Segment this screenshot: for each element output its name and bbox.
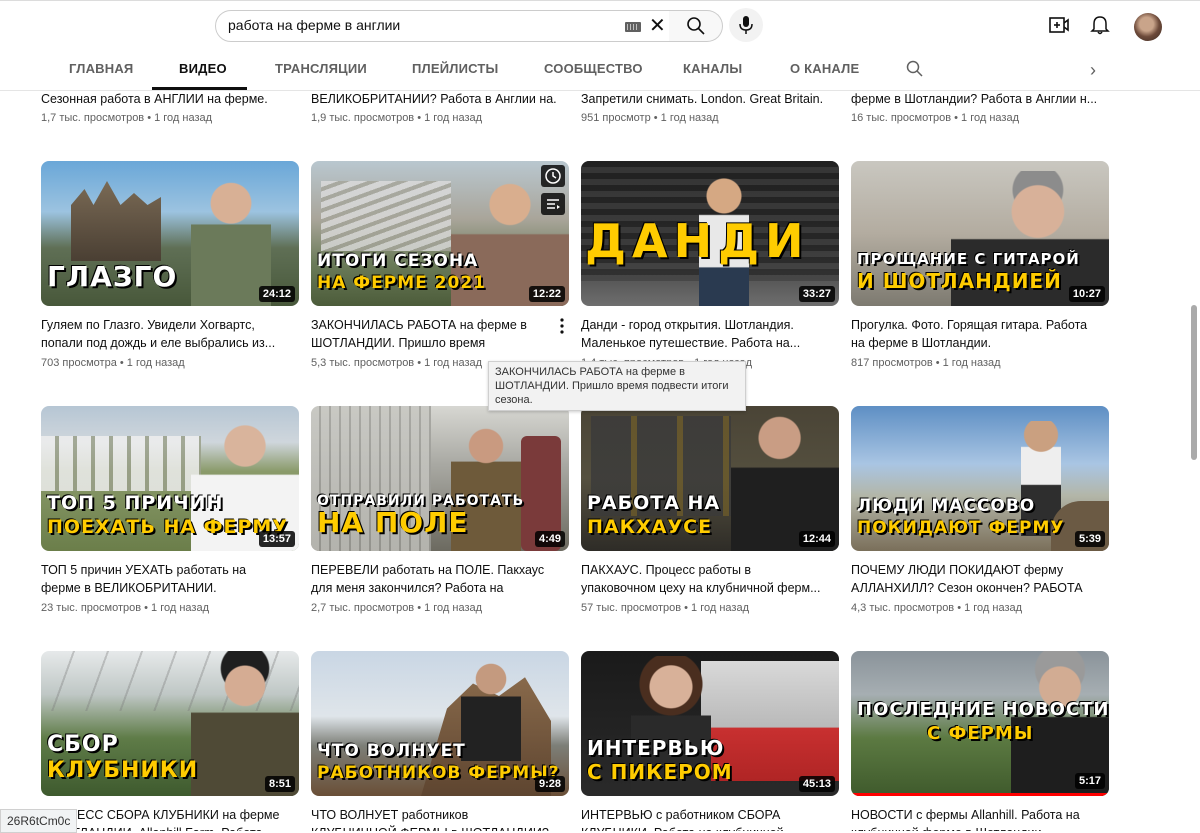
- video-duration: 5:39: [1074, 531, 1105, 547]
- video-thumbnail[interactable]: ДАНДИ 33:27: [581, 161, 839, 306]
- watch-later-icon[interactable]: [541, 165, 565, 187]
- video-title[interactable]: ПЕРЕВЕЛИ работать на ПОЛЕ. Пакхаус для м…: [311, 561, 551, 597]
- tab-home[interactable]: ГЛАВНАЯ: [69, 61, 133, 76]
- video-meta: 2,7 тыс. просмотров • 1 год назад: [311, 602, 483, 614]
- video-duration: 4:49: [534, 531, 565, 547]
- video-title[interactable]: ПАКХАУС. Процесс работы в упаковочном це…: [581, 561, 821, 597]
- video-duration: 33:27: [798, 286, 835, 302]
- tab-live[interactable]: ТРАНСЛЯЦИИ: [275, 61, 367, 76]
- thumbnail-caption: ОТПРАВИЛИ РАБОТАТЬ НА ПОЛЕ: [317, 493, 525, 539]
- chevron-right-icon[interactable]: ›: [1090, 61, 1106, 79]
- video-title[interactable]: ИНТЕРВЬЮ с работником СБОРА КЛУБНИКИ. Ра…: [581, 806, 821, 831]
- scrollbar-thumb[interactable]: [1191, 305, 1197, 460]
- video-meta: 817 просмотров • 1 год назад: [851, 357, 1001, 369]
- video-duration: 24:12: [258, 286, 295, 302]
- video-title[interactable]: Гуляем по Глазго. Увидели Хогвартс, попа…: [41, 316, 281, 352]
- keyboard-icon[interactable]: [625, 22, 641, 32]
- video-thumbnail[interactable]: ИНТЕРВЬЮ С ПИКЕРОМ 45:13: [581, 651, 839, 796]
- search-icon: [687, 17, 705, 35]
- thumbnail-caption: ТОП 5 ПРИЧИН ПОЕХАТЬ НА ФЕРМУ: [47, 492, 288, 538]
- video-duration: 12:44: [798, 531, 835, 547]
- title-tooltip: ЗАКОНЧИЛАСЬ РАБОТА на ферме в ШОТЛАНДИИ.…: [488, 361, 746, 411]
- notifications-bell-icon[interactable]: [1090, 15, 1110, 35]
- video-meta: 23 тыс. просмотров • 1 год назад: [41, 602, 210, 614]
- video-title[interactable]: НОВОСТИ с фермы Allanhill. Работа на клу…: [851, 806, 1091, 831]
- video-duration: 8:51: [264, 776, 295, 792]
- video-title[interactable]: Прогулка. Фото. Горящая гитара. Работа н…: [851, 316, 1091, 352]
- video-meta: 1,7 тыс. просмотров • 1 год назад: [41, 112, 213, 124]
- video-title[interactable]: Сезонная работа в АНГЛИИ на ферме.: [41, 90, 286, 108]
- search-button[interactable]: [669, 10, 723, 42]
- channel-search-icon[interactable]: [906, 60, 924, 78]
- thumbnail-caption: ГЛАЗГО: [47, 260, 178, 293]
- account-avatar[interactable]: [1134, 13, 1162, 41]
- video-title[interactable]: ТОП 5 причин УЕХАТЬ работать на ферме в …: [41, 561, 281, 597]
- video-meta: 703 просмотра • 1 год назад: [41, 357, 185, 369]
- video-meta: 1,9 тыс. просмотров • 1 год назад: [311, 112, 483, 124]
- tab-playlists[interactable]: ПЛЕЙЛИСТЫ: [412, 61, 498, 76]
- search-box[interactable]: ✕: [215, 10, 670, 42]
- video-title[interactable]: ПОЧЕМУ ЛЮДИ ПОКИДАЮТ ферму АЛЛАНХИЛЛ? Се…: [851, 561, 1091, 597]
- video-meta: 951 просмотр • 1 год назад: [581, 112, 719, 124]
- video-thumbnail[interactable]: ПРОЩАНИЕ С ГИТАРОЙ И ШОТЛАНДИЕЙ 10:27: [851, 161, 1109, 306]
- video-duration: 13:57: [258, 531, 295, 547]
- thumbnail-caption: ИНТЕРВЬЮ С ПИКЕРОМ: [587, 736, 733, 784]
- video-thumbnail[interactable]: ОТПРАВИЛИ РАБОТАТЬ НА ПОЛЕ 4:49: [311, 406, 569, 551]
- thumbnail-caption: ДАНДИ: [585, 214, 810, 268]
- video-thumbnail[interactable]: РАБОТА НА ПАКХАУСЕ 12:44: [581, 406, 839, 551]
- video-grid: Сезонная работа в АНГЛИИ на ферме. 1,7 т…: [0, 90, 1200, 831]
- video-thumbnail[interactable]: ЛЮДИ МАССОВО ПОКИДАЮТ ФЕРМУ 5:39: [851, 406, 1109, 551]
- tab-videos[interactable]: ВИДЕО: [179, 61, 227, 76]
- status-url: 26R6tCm0c: [0, 809, 78, 833]
- watch-progress-bar: [851, 793, 1109, 796]
- voice-search-button[interactable]: [729, 8, 763, 42]
- video-meta: 5,3 тыс. просмотров • 1 год назад: [311, 357, 483, 369]
- video-thumbnail[interactable]: ИТОГИ СЕЗОНА НА ФЕРМЕ 2021 12:22: [311, 161, 569, 306]
- video-title[interactable]: ЧТО ВОЛНУЕТ работников КЛУБНИЧНОЙ ФЕРМЫ …: [311, 806, 551, 831]
- more-actions-icon[interactable]: [559, 317, 565, 335]
- tab-about[interactable]: О КАНАЛЕ: [790, 61, 859, 76]
- thumbnail-caption: СБОР КЛУБНИКИ: [47, 732, 199, 783]
- video-thumbnail[interactable]: ГЛАЗГО 24:12: [41, 161, 299, 306]
- video-title[interactable]: ЗАКОНЧИЛАСЬ РАБОТА на ферме в ШОТЛАНДИИ.…: [311, 316, 551, 352]
- tab-community[interactable]: СООБЩЕСТВО: [544, 61, 643, 76]
- video-duration: 10:27: [1068, 286, 1105, 302]
- tab-channels[interactable]: КАНАЛЫ: [683, 61, 742, 76]
- search-input[interactable]: [228, 17, 608, 33]
- microphone-icon: [739, 16, 753, 34]
- add-to-queue-icon[interactable]: [541, 193, 565, 215]
- thumbnail-caption: ЧТО ВОЛНУЕТ РАБОТНИКОВ ФЕРМЫ?: [317, 741, 560, 783]
- video-thumbnail[interactable]: ПОСЛЕДНИЕ НОВОСТИ С ФЕРМЫ 5:17: [851, 651, 1109, 796]
- video-thumbnail[interactable]: ЧТО ВОЛНУЕТ РАБОТНИКОВ ФЕРМЫ? 9:28: [311, 651, 569, 796]
- video-meta: 57 тыс. просмотров • 1 год назад: [581, 602, 750, 614]
- thumbnail-caption: ПРОЩАНИЕ С ГИТАРОЙ И ШОТЛАНДИЕЙ: [857, 250, 1080, 293]
- video-duration: 12:22: [528, 286, 565, 302]
- video-title[interactable]: ВЕЛИКОБРИТАНИИ? Работа в Англии на...: [311, 90, 556, 108]
- video-duration: 45:13: [798, 776, 835, 792]
- thumbnail-caption: ИТОГИ СЕЗОНА НА ФЕРМЕ 2021: [317, 251, 486, 293]
- video-duration: 5:17: [1074, 773, 1105, 789]
- video-thumbnail[interactable]: ТОП 5 ПРИЧИН ПОЕХАТЬ НА ФЕРМУ 13:57: [41, 406, 299, 551]
- video-title[interactable]: Данди - город открытия. Шотландия. Мален…: [581, 316, 821, 352]
- clear-search-icon[interactable]: ✕: [649, 16, 666, 36]
- thumbnail-caption: ПОСЛЕДНИЕ НОВОСТИ С ФЕРМЫ: [857, 699, 1109, 744]
- video-duration: 9:28: [534, 776, 565, 792]
- video-meta: 16 тыс. просмотров • 1 год назад: [851, 112, 1020, 124]
- video-title[interactable]: ферме в Шотландии? Работа в Англии н...: [851, 90, 1096, 108]
- thumbnail-caption: РАБОТА НА ПАКХАУСЕ: [587, 492, 721, 538]
- channel-tabs: ГЛАВНАЯ ВИДЕО ТРАНСЛЯЦИИ ПЛЕЙЛИСТЫ СООБЩ…: [0, 52, 1200, 91]
- thumbnail-caption: ЛЮДИ МАССОВО ПОКИДАЮТ ФЕРМУ: [857, 496, 1065, 538]
- create-video-icon[interactable]: [1049, 17, 1069, 33]
- masthead: ✕: [0, 0, 1200, 53]
- video-thumbnail[interactable]: СБОР КЛУБНИКИ 8:51: [41, 651, 299, 796]
- video-meta: 4,3 тыс. просмотров • 1 год назад: [851, 602, 1023, 614]
- video-title[interactable]: Запретили снимать. London. Great Britain…: [581, 90, 826, 108]
